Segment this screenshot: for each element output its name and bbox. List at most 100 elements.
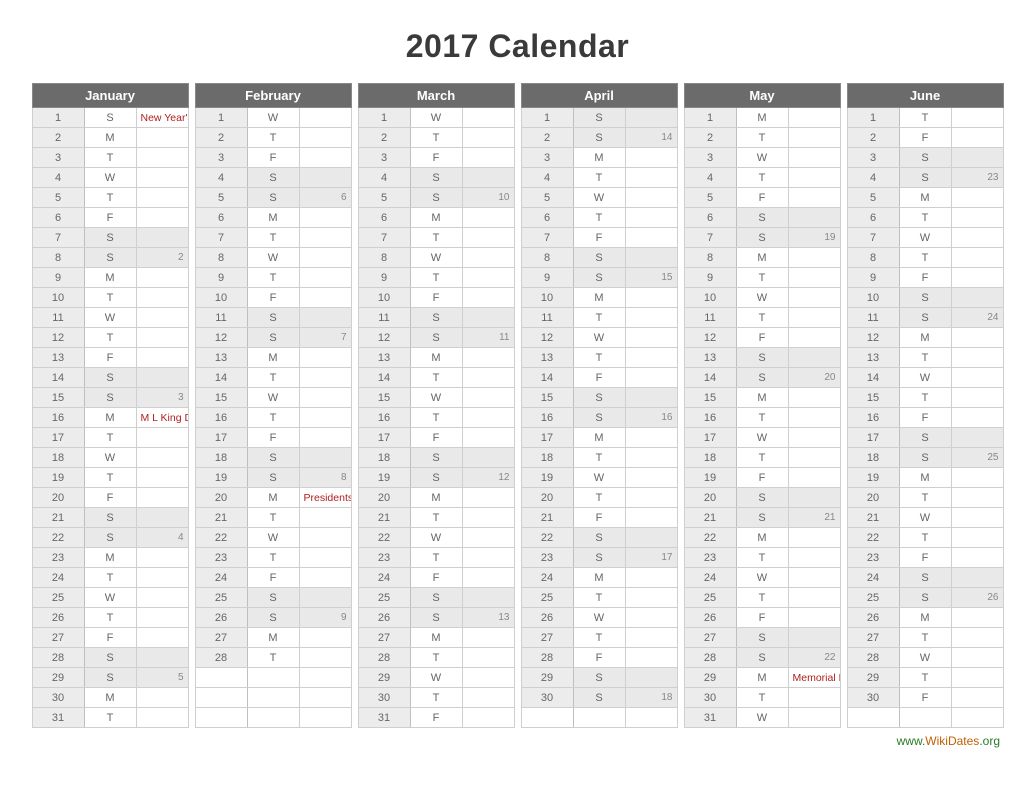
day-content: [625, 168, 677, 188]
day-number: 15: [32, 388, 84, 408]
day-of-week: S: [899, 448, 951, 468]
day-content: [951, 388, 1003, 408]
day-number: 1: [684, 108, 736, 128]
day-content: 12: [462, 468, 514, 488]
day-of-week: F: [573, 508, 625, 528]
day-of-week: W: [573, 608, 625, 628]
day-content: [136, 508, 188, 528]
day-of-week: [247, 668, 299, 688]
day-content: 13: [462, 608, 514, 628]
day-content: [462, 528, 514, 548]
day-content: [625, 468, 677, 488]
day-number: 21: [195, 508, 247, 528]
day-of-week: W: [247, 108, 299, 128]
day-content: 4: [136, 528, 188, 548]
day-of-week: M: [247, 348, 299, 368]
day-number: 9: [32, 268, 84, 288]
day-of-week: S: [247, 168, 299, 188]
day-number: 12: [358, 328, 410, 348]
day-of-week: S: [899, 168, 951, 188]
day-of-week: M: [573, 148, 625, 168]
day-content: [625, 388, 677, 408]
day-content: [299, 688, 351, 708]
day-number: 3: [847, 148, 899, 168]
day-of-week: S: [410, 188, 462, 208]
day-of-week: S: [899, 568, 951, 588]
day-content: [951, 128, 1003, 148]
day-number: 30: [32, 688, 84, 708]
day-content: [951, 208, 1003, 228]
footer-credit: www.WikiDates.org: [25, 728, 1010, 748]
day-number: 5: [32, 188, 84, 208]
day-of-week: S: [410, 308, 462, 328]
day-content: [299, 308, 351, 328]
day-number: 20: [358, 488, 410, 508]
day-number: 31: [32, 708, 84, 728]
day-content: [299, 148, 351, 168]
day-of-week: S: [573, 668, 625, 688]
day-of-week: W: [899, 508, 951, 528]
day-content: [462, 108, 514, 128]
day-content: [625, 148, 677, 168]
day-number: 22: [847, 528, 899, 548]
day-of-week: S: [899, 588, 951, 608]
day-of-week: W: [736, 568, 788, 588]
day-number: 29: [32, 668, 84, 688]
day-number: 29: [358, 668, 410, 688]
day-content: 6: [299, 188, 351, 208]
day-content: [951, 668, 1003, 688]
day-of-week: T: [736, 448, 788, 468]
day-of-week: T: [899, 208, 951, 228]
day-content: 9: [299, 608, 351, 628]
day-content: [136, 448, 188, 468]
day-content: [951, 688, 1003, 708]
day-content: [136, 308, 188, 328]
day-of-week: [247, 708, 299, 728]
day-content: 10: [462, 188, 514, 208]
day-of-week: M: [899, 188, 951, 208]
day-number: 12: [684, 328, 736, 348]
day-of-week: T: [247, 128, 299, 148]
day-content: [951, 328, 1003, 348]
day-number: 14: [684, 368, 736, 388]
day-of-week: T: [573, 448, 625, 468]
day-number: 3: [521, 148, 573, 168]
day-of-week: T: [84, 148, 136, 168]
day-number: 26: [358, 608, 410, 628]
day-content: [462, 268, 514, 288]
day-number: [847, 708, 899, 728]
day-of-week: T: [899, 248, 951, 268]
day-content: 20: [788, 368, 840, 388]
day-of-week: T: [410, 508, 462, 528]
day-number: 6: [684, 208, 736, 228]
page-title: 2017 Calendar: [25, 28, 1010, 65]
day-of-week: M: [899, 608, 951, 628]
day-content: 14: [625, 128, 677, 148]
day-number: 17: [521, 428, 573, 448]
day-of-week: W: [736, 708, 788, 728]
day-of-week: M: [899, 468, 951, 488]
day-of-week: F: [736, 328, 788, 348]
day-content: [136, 168, 188, 188]
day-content: [299, 348, 351, 368]
day-content: [299, 588, 351, 608]
month-header: May: [684, 84, 840, 108]
day-of-week: M: [247, 628, 299, 648]
day-number: 5: [684, 188, 736, 208]
day-content: [299, 648, 351, 668]
day-of-week: S: [247, 448, 299, 468]
day-number: 8: [32, 248, 84, 268]
day-number: 17: [358, 428, 410, 448]
day-content: [299, 408, 351, 428]
day-content: [136, 348, 188, 368]
month-header: January: [32, 84, 188, 108]
day-number: 22: [195, 528, 247, 548]
day-number: 28: [521, 648, 573, 668]
day-number: 18: [684, 448, 736, 468]
day-number: 25: [521, 588, 573, 608]
day-of-week: M: [899, 328, 951, 348]
day-number: 16: [195, 408, 247, 428]
day-number: 30: [847, 688, 899, 708]
day-of-week: W: [573, 188, 625, 208]
day-content: [299, 388, 351, 408]
